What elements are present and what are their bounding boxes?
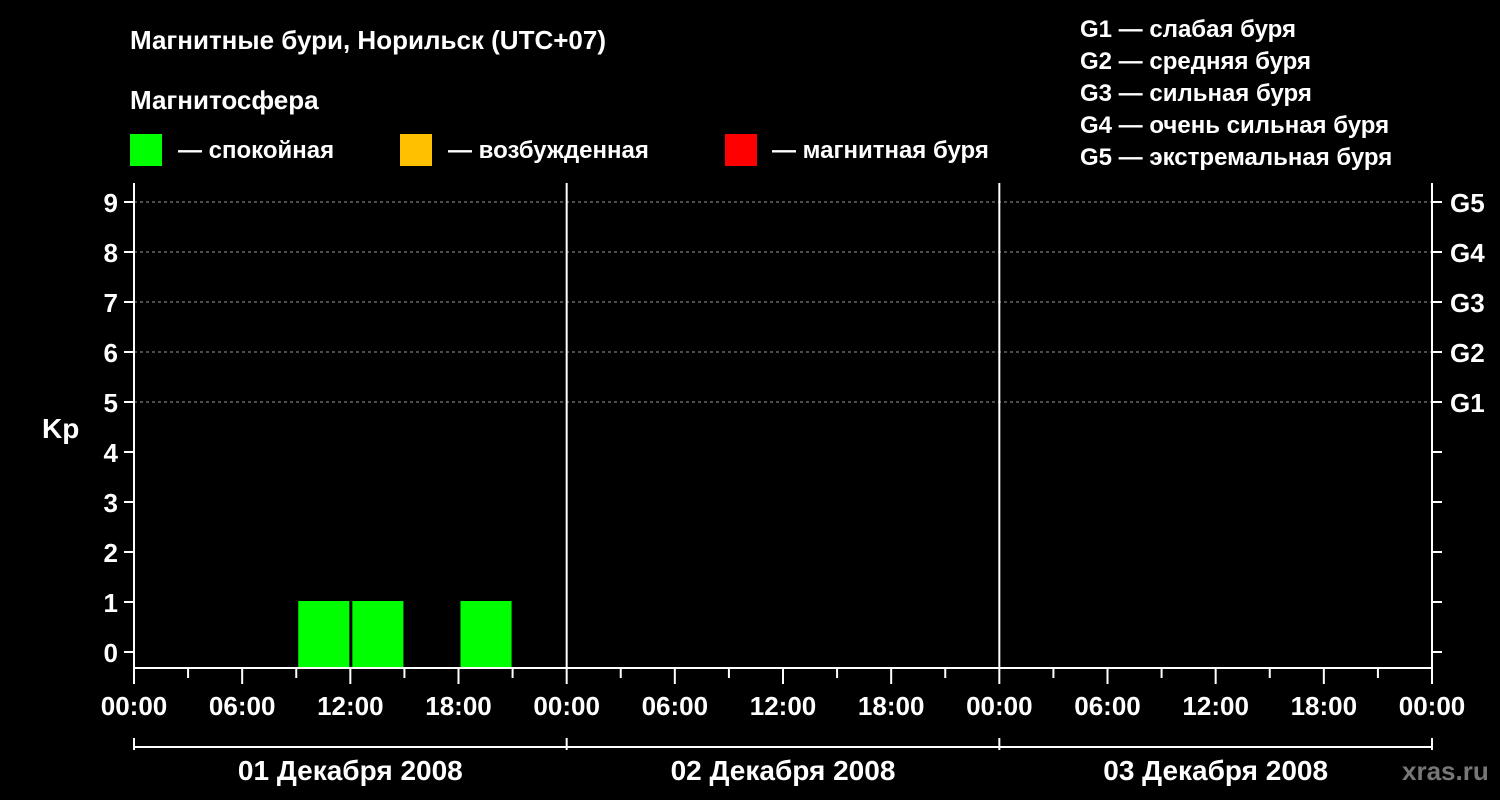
y-tick-label-7: 7: [104, 288, 118, 318]
bar-2: [460, 601, 512, 668]
day-labels: 01 Декабря 2008 02 Декабря 2008 03 Декабря…: [238, 755, 1328, 786]
storm-level-g4: G4 — очень сильная буря: [1080, 112, 1389, 139]
bars: [298, 601, 512, 668]
storm-level-g1: G1 — слабая буря: [1080, 16, 1296, 43]
x-tick-label-6: 12:00: [750, 691, 817, 721]
legend-title: Магнитосфера: [130, 85, 319, 115]
day-label-2: 03 Декабря 2008: [1103, 755, 1328, 786]
right-label-g2: G2: [1450, 338, 1485, 368]
x-tick-label-4: 00:00: [533, 691, 600, 721]
right-label-g1: G1: [1450, 388, 1485, 418]
grid-lines: [134, 201, 1432, 403]
y-tick-label-9: 9: [104, 188, 118, 218]
legend-swatch-quiet: [130, 134, 162, 166]
x-tick-label-7: 18:00: [858, 691, 925, 721]
source-label: xras.ru: [1402, 756, 1489, 786]
y-tick-label-0: 0: [104, 638, 118, 668]
bar-0: [298, 601, 350, 668]
bar-1: [352, 601, 404, 668]
y-tick-label-2: 2: [104, 538, 118, 568]
x-tick-label-1: 06:00: [209, 691, 276, 721]
right-label-g3: G3: [1450, 288, 1485, 318]
storm-level-g3: G3 — сильная буря: [1080, 80, 1312, 107]
day-label-1: 02 Декабря 2008: [671, 755, 896, 786]
y-tick-label-6: 6: [104, 338, 118, 368]
x-tick-label-11: 18:00: [1291, 691, 1358, 721]
y-tick-label-5: 5: [104, 388, 118, 418]
x-tick-label-5: 06:00: [642, 691, 709, 721]
y-axis-label: Kp: [42, 413, 79, 444]
storm-level-g5: G5 — экстремальная буря: [1080, 144, 1392, 171]
y-tick-label-1: 1: [104, 588, 118, 618]
legend-swatch-disturbed: [400, 134, 432, 166]
legend-label-storm: — магнитная буря: [772, 137, 989, 164]
legend-label-disturbed: — возбужденная: [448, 137, 649, 164]
y-tick-label-3: 3: [104, 488, 118, 518]
x-tick-label-10: 12:00: [1182, 691, 1249, 721]
right-label-g4: G4: [1450, 238, 1485, 268]
day-label-0: 01 Декабря 2008: [238, 755, 463, 786]
x-tick-label-8: 00:00: [966, 691, 1033, 721]
x-tick-label-2: 12:00: [317, 691, 384, 721]
chart-title: Магнитные бури, Норильск (UTC+07): [130, 25, 606, 55]
y-tick-label-8: 8: [104, 238, 118, 268]
y-tick-label-4: 4: [104, 438, 119, 468]
x-tick-label-9: 06:00: [1074, 691, 1141, 721]
storm-level-g2: G2 — средняя буря: [1080, 48, 1311, 75]
legend-swatch-storm: [725, 134, 757, 166]
x-tick-label-3: 18:00: [425, 691, 492, 721]
kp-chart: Магнитные бури, Норильск (UTC+07) Магнит…: [42, 16, 1489, 786]
right-label-g5: G5: [1450, 188, 1485, 218]
x-tick-label-0: 00:00: [101, 691, 168, 721]
legend-label-quiet: — спокойная: [178, 137, 334, 164]
x-tick-label-12: 00:00: [1399, 691, 1466, 721]
